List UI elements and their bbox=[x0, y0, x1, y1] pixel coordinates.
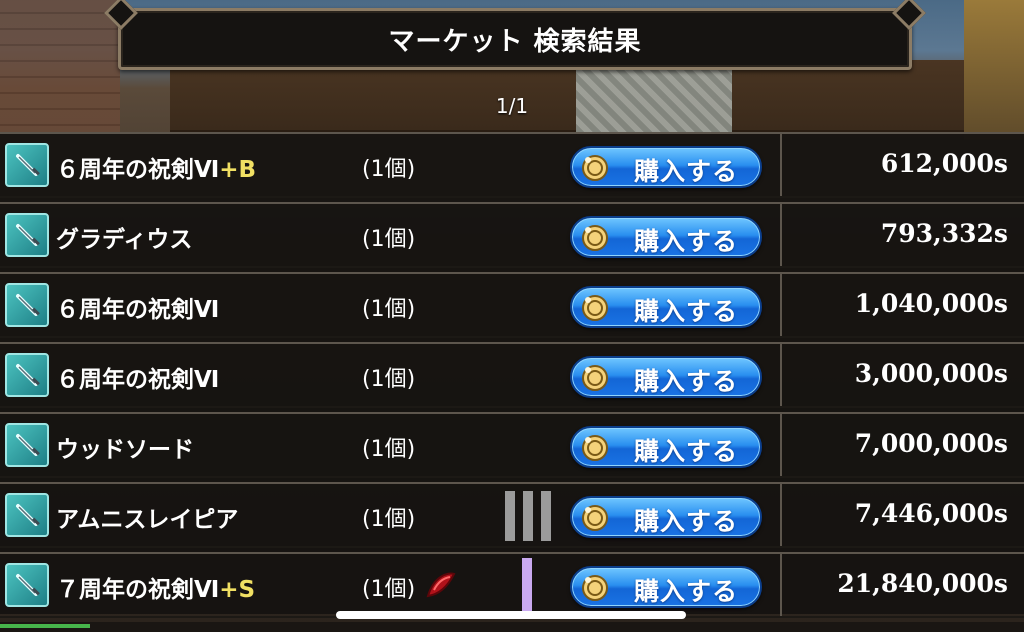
buy-button-label: 購入する bbox=[634, 577, 739, 606]
item-quantity: (1個) bbox=[362, 227, 416, 252]
buy-button-label: 購入する bbox=[634, 157, 739, 186]
buy-button[interactable]: 購入する bbox=[570, 356, 762, 398]
item-name: アムニスレイピア bbox=[56, 507, 239, 533]
table-row[interactable]: ６周年の祝剣Ⅵ (1個) 購入する 3,000,000s bbox=[0, 342, 1024, 408]
item-name: ウッドソード bbox=[56, 437, 194, 463]
buy-button[interactable]: 購入する bbox=[570, 146, 762, 188]
search-results-list: ６周年の祝剣Ⅵ+B (1個) 購入する 612,000s グラディウス (1個)… bbox=[0, 132, 1024, 618]
title-bar: マーケット 検索結果 bbox=[118, 8, 912, 70]
item-name: ７周年の祝剣Ⅵ+S bbox=[56, 577, 256, 603]
coin-icon bbox=[580, 363, 610, 393]
table-row[interactable]: アムニスレイピア (1個) 購入する 7,446,000s bbox=[0, 482, 1024, 548]
buy-button-label: 購入する bbox=[634, 437, 739, 466]
rarity-bar-icon bbox=[522, 558, 532, 614]
page-indicator: 1/1 bbox=[495, 94, 529, 118]
item-quantity: (1個) bbox=[362, 367, 416, 392]
item-quantity: (1個) bbox=[362, 157, 416, 182]
item-price: 1,040,000s bbox=[854, 289, 1008, 318]
sword-icon bbox=[5, 143, 49, 187]
coin-icon bbox=[580, 573, 610, 603]
table-row[interactable]: ６周年の祝剣Ⅵ (1個) 購入する 1,040,000s bbox=[0, 272, 1024, 338]
buy-button[interactable]: 購入する bbox=[570, 496, 762, 538]
buy-button[interactable]: 購入する bbox=[570, 566, 762, 608]
coin-icon bbox=[580, 503, 610, 533]
item-name: ６周年の祝剣Ⅵ bbox=[56, 297, 220, 323]
sword-icon bbox=[5, 423, 49, 467]
rarity-bars-icon bbox=[505, 491, 551, 541]
item-price: 3,000,000s bbox=[854, 359, 1008, 388]
sword-icon bbox=[5, 353, 49, 397]
bottom-progress bbox=[0, 624, 90, 628]
bottom-strip bbox=[0, 622, 1024, 632]
item-quantity: (1個) bbox=[362, 437, 416, 462]
item-suffix: +S bbox=[219, 577, 256, 603]
item-name: ６周年の祝剣Ⅵ bbox=[56, 367, 220, 393]
background-wall bbox=[0, 0, 120, 140]
table-row[interactable]: ウッドソード (1個) 購入する 7,000,000s bbox=[0, 412, 1024, 478]
item-price: 21,840,000s bbox=[837, 569, 1008, 598]
buy-button-label: 購入する bbox=[634, 227, 739, 256]
item-quantity: (1個) bbox=[362, 297, 416, 322]
home-indicator[interactable] bbox=[336, 611, 686, 619]
item-suffix: +B bbox=[219, 157, 257, 183]
coin-icon bbox=[580, 293, 610, 323]
sword-icon bbox=[5, 213, 49, 257]
buy-button-label: 購入する bbox=[634, 297, 739, 326]
item-price: 612,000s bbox=[880, 149, 1008, 178]
buy-button[interactable]: 購入する bbox=[570, 426, 762, 468]
sword-icon bbox=[5, 563, 49, 607]
background-ornament bbox=[964, 0, 1024, 140]
sword-icon bbox=[5, 283, 49, 327]
table-row[interactable]: ６周年の祝剣Ⅵ+B (1個) 購入する 612,000s bbox=[0, 132, 1024, 198]
buy-button-label: 購入する bbox=[634, 367, 739, 396]
item-name: グラディウス bbox=[56, 227, 193, 253]
item-price: 7,446,000s bbox=[854, 499, 1008, 528]
sword-icon bbox=[5, 493, 49, 537]
item-name: ６周年の祝剣Ⅵ+B bbox=[56, 157, 257, 183]
coin-icon bbox=[580, 433, 610, 463]
table-row[interactable]: ７周年の祝剣Ⅵ+S (1個) 購入する 21,840,000s bbox=[0, 552, 1024, 618]
page-title: マーケット 検索結果 bbox=[388, 26, 642, 57]
buy-button[interactable]: 購入する bbox=[570, 216, 762, 258]
table-row[interactable]: グラディウス (1個) 購入する 793,332s bbox=[0, 202, 1024, 268]
item-quantity: (1個) bbox=[362, 507, 416, 532]
coin-icon bbox=[580, 223, 610, 253]
item-price: 7,000,000s bbox=[854, 429, 1008, 458]
item-quantity: (1個) bbox=[362, 577, 416, 602]
red-gem-icon bbox=[424, 568, 458, 602]
coin-icon bbox=[580, 153, 610, 183]
item-price: 793,332s bbox=[880, 219, 1008, 248]
buy-button-label: 購入する bbox=[634, 507, 739, 536]
buy-button[interactable]: 購入する bbox=[570, 286, 762, 328]
